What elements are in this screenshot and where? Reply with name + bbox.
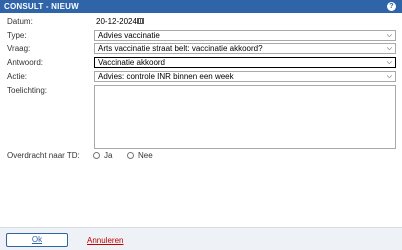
radio-ja[interactable] [93, 152, 100, 159]
chevron-down-icon: ⌵ [386, 73, 392, 80]
antwoord-select-value: Vaccinatie akkoord [98, 58, 165, 67]
datum-value[interactable]: 20-12-2024 [96, 17, 137, 26]
consult-form: Datum: 20-12-2024 Type: Advies vaccinati… [0, 13, 402, 227]
ok-button[interactable]: Ok [6, 233, 68, 247]
window-title: CONSULT - NIEUW [4, 2, 79, 11]
type-select-value: Advies vaccinatie [98, 31, 160, 40]
overdracht-label: Overdracht naar TD: [7, 151, 80, 160]
chevron-down-icon: ⌵ [386, 59, 392, 66]
chevron-down-icon: ⌵ [386, 32, 392, 39]
calendar-icon[interactable] [137, 18, 144, 24]
actie-select-value: Advies: controle INR binnen een week [98, 72, 234, 81]
toelichting-label: Toelichting: [7, 86, 48, 95]
window-title-bar: CONSULT - NIEUW ? [0, 0, 402, 13]
datum-label: Datum: [7, 17, 33, 26]
help-icon[interactable]: ? [387, 2, 396, 11]
actie-select[interactable]: Advies: controle INR binnen een week ⌵ [94, 71, 396, 82]
antwoord-select[interactable]: Vaccinatie akkoord ⌵ [94, 57, 396, 68]
type-select[interactable]: Advies vaccinatie ⌵ [94, 30, 396, 41]
radio-ja-label: Ja [104, 151, 113, 160]
toelichting-textarea[interactable] [94, 85, 396, 149]
dialog-footer: Ok Annuleren [0, 227, 402, 250]
type-label: Type: [7, 31, 27, 40]
vraag-select-value: Arts vaccinatie straat belt: vaccinatie … [98, 44, 263, 53]
vraag-select[interactable]: Arts vaccinatie straat belt: vaccinatie … [94, 43, 396, 54]
actie-label: Actie: [7, 72, 28, 81]
chevron-down-icon: ⌵ [386, 45, 392, 52]
cancel-link[interactable]: Annuleren [87, 236, 123, 245]
radio-nee-label: Nee [138, 151, 153, 160]
antwoord-label: Antwoord: [7, 58, 44, 67]
radio-nee[interactable] [127, 152, 134, 159]
vraag-label: Vraag: [7, 44, 31, 53]
